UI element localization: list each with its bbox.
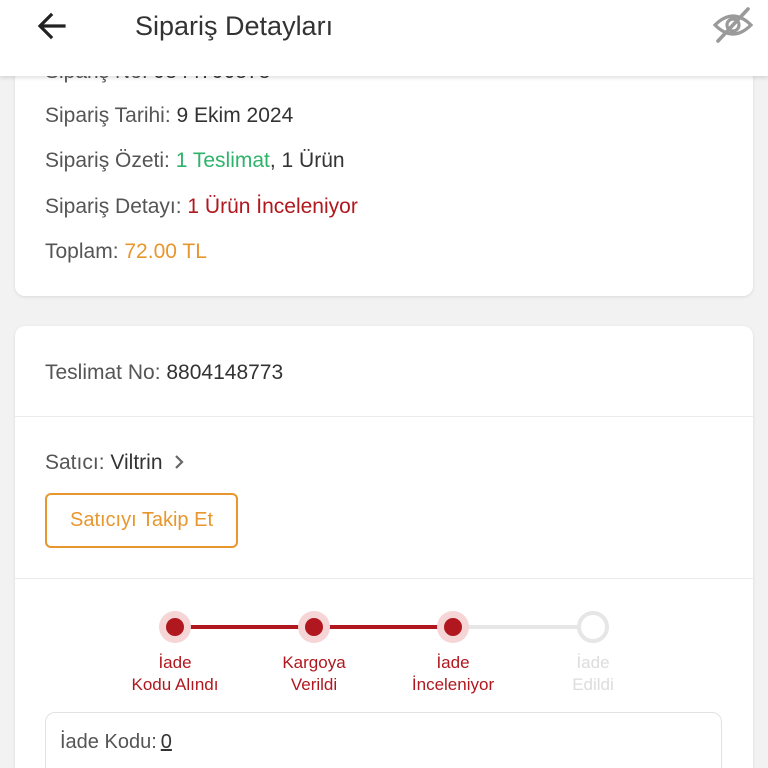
chevron-right-icon — [175, 455, 184, 469]
progress-line-1 — [175, 625, 314, 629]
progress-line-3 — [453, 625, 593, 629]
order-date-label: Sipariş Tarihi: — [45, 104, 171, 127]
progress-line-2 — [314, 625, 453, 629]
arrow-left-icon[interactable] — [34, 8, 70, 44]
order-total-row: Toplam: 72.00 TL — [45, 237, 207, 267]
follow-seller-button[interactable]: Satıcıyı Takip Et — [45, 493, 238, 548]
step-dot-reviewing — [437, 611, 469, 643]
step-label-shipped: Kargoya Verildi — [282, 653, 346, 694]
delivery-number-row: Teslimat No: 8804148773 — [45, 358, 283, 388]
order-summary-label: Sipariş Özeti: — [45, 149, 170, 172]
order-date-value: 9 Ekim 2024 — [176, 104, 294, 127]
step-dot-shipped — [298, 611, 330, 643]
order-summary-card: Sipariş No: 9844790878 Sipariş Tarihi: 9… — [15, 60, 753, 296]
step-label-reviewing: İade İnceleniyor — [411, 653, 495, 694]
order-total-label: Toplam: — [45, 240, 119, 263]
eye-off-icon[interactable] — [712, 5, 754, 45]
page-title: Sipariş Detayları — [135, 11, 334, 41]
divider — [15, 578, 753, 579]
delivery-card: Teslimat No: 8804148773 Satıcı: Viltrin … — [15, 326, 753, 768]
seller-link[interactable]: Satıcı: Viltrin — [45, 448, 186, 478]
step-label-returned: İade Edildi — [572, 653, 614, 694]
order-detail-row: Sipariş Detayı: 1 Ürün İnceleniyor — [45, 192, 358, 222]
return-code-box: İade Kodu: 0 — [45, 712, 722, 768]
delivery-number-label: Teslimat No: — [45, 361, 161, 384]
return-code-row: İade Kodu: 0 — [60, 731, 172, 754]
order-detail-label: Sipariş Detayı: — [45, 195, 182, 218]
step-dot-returned — [577, 611, 609, 643]
delivery-number-value: 8804148773 — [166, 361, 284, 384]
order-summary-row: Sipariş Özeti: 1 Teslimat, 1 Ürün — [45, 146, 345, 176]
step-label-code-received: İade Kodu Alındı — [131, 653, 219, 694]
return-code-value[interactable]: 0 — [161, 731, 172, 753]
order-summary-delivery: 1 Teslimat — [175, 149, 270, 172]
order-detail-value: 1 Ürün İnceleniyor — [187, 195, 358, 218]
app-bar: Sipariş Detayları — [0, 0, 768, 76]
order-total-value: 72.00 TL — [124, 240, 207, 263]
order-summary-items: , 1 Ürün — [269, 149, 345, 172]
step-dot-code-received — [159, 611, 191, 643]
order-date-row: Sipariş Tarihi: 9 Ekim 2024 — [45, 101, 293, 131]
seller-name: Viltrin — [110, 451, 163, 474]
seller-label: Satıcı: — [45, 451, 105, 474]
divider — [15, 416, 753, 417]
return-code-label: İade Kodu: — [60, 731, 157, 753]
